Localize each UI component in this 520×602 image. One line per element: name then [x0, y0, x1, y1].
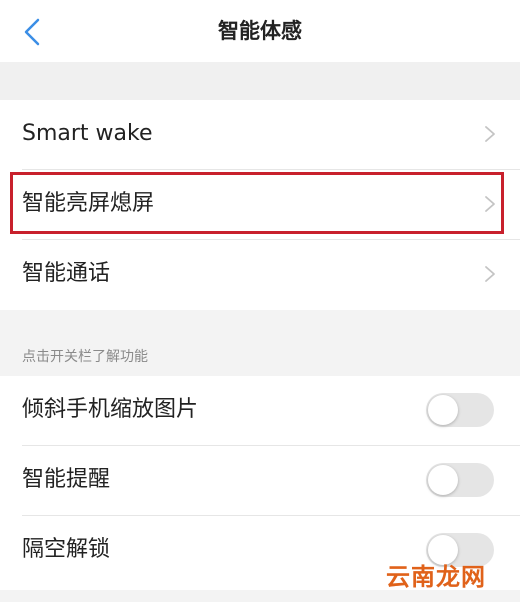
list-item-label: 倾斜手机缩放图片 — [22, 397, 199, 422]
list-item-label: 智能通话 — [22, 261, 111, 286]
list-item-label: 智能亮屏熄屏 — [22, 191, 155, 216]
top-bar: 智能体感 — [0, 0, 520, 62]
back-button[interactable] — [16, 14, 52, 50]
toggle-knob — [428, 395, 458, 425]
chevron-right-icon — [485, 126, 495, 142]
list-item-label: 隔空解锁 — [22, 537, 111, 562]
toggle-switch-smart-reminder[interactable] — [426, 463, 494, 497]
list-item-label: Smart wake — [22, 121, 153, 146]
watermark-logo: 云南龙网 — [386, 563, 486, 591]
back-arrow-icon — [24, 18, 40, 46]
list-item-smart-call[interactable]: 智能通话 — [0, 240, 520, 308]
section-label: 点击开关栏了解功能 — [22, 349, 148, 365]
chevron-right-icon — [485, 266, 495, 282]
list-item-smart-wake[interactable]: Smart wake — [0, 100, 520, 168]
page-title: 智能体感 — [218, 19, 302, 43]
list-item-label: 智能提醒 — [22, 467, 111, 492]
list-item-tilt-zoom: 倾斜手机缩放图片 — [0, 376, 520, 444]
toggle-switch-tilt-zoom[interactable] — [426, 393, 494, 427]
list-item-smart-reminder: 智能提醒 — [0, 446, 520, 514]
section-gap — [0, 62, 520, 100]
toggle-knob — [428, 465, 458, 495]
list-item-smart-screen-on-off[interactable]: 智能亮屏熄屏 — [0, 170, 520, 238]
chevron-right-icon — [485, 196, 495, 212]
navigation-group: Smart wake 智能亮屏熄屏 智能通话 — [0, 100, 520, 310]
